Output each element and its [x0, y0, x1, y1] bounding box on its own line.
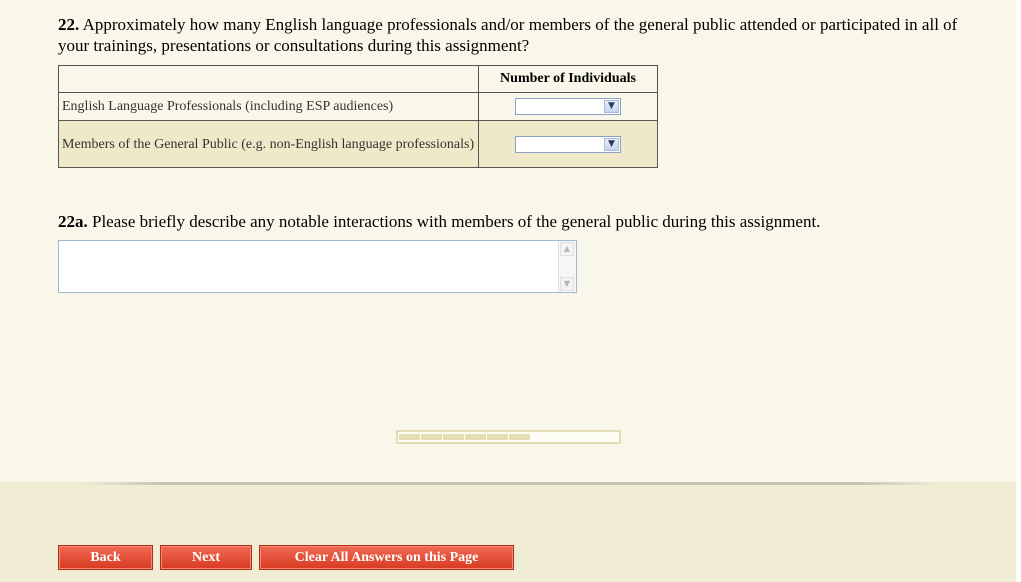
textarea-scrollbar[interactable]: ▲ ▼ [558, 241, 576, 292]
table-corner-cell [58, 65, 479, 93]
progress-segment [465, 434, 486, 440]
english-professionals-count-select[interactable]: ▼ [515, 98, 621, 115]
chevron-down-icon[interactable]: ▼ [604, 137, 619, 151]
next-button[interactable]: Next [160, 545, 252, 570]
column-header-number-of-individuals: Number of Individuals [478, 65, 658, 93]
question-22a: 22a. Please briefly describe any notable… [58, 211, 958, 232]
progress-segment [399, 434, 420, 440]
attendance-table: Number of Individuals English Language P… [58, 65, 658, 168]
progress-segment [443, 434, 464, 440]
table-row: Members of the General Public (e.g. non-… [58, 120, 658, 168]
chevron-down-icon[interactable]: ▼ [604, 100, 619, 113]
progress-segment [509, 434, 530, 440]
general-public-count-select[interactable]: ▼ [515, 135, 621, 153]
footer-divider [80, 482, 940, 485]
row-label-english-professionals: English Language Professionals (includin… [58, 92, 479, 121]
clear-answers-button[interactable]: Clear All Answers on this Page [259, 545, 514, 570]
question-22: 22. Approximately how many English langu… [58, 14, 978, 56]
question-22a-text: Please briefly describe any notable inte… [92, 212, 821, 231]
question-22-number: 22. [58, 15, 80, 34]
row-label-general-public: Members of the General Public (e.g. non-… [58, 120, 479, 168]
table-row: English Language Professionals (includin… [58, 92, 658, 121]
progress-segment [487, 434, 508, 440]
progress-segment [421, 434, 442, 440]
select-cell: ▼ [478, 120, 658, 168]
survey-progress-bar [396, 430, 621, 444]
back-button[interactable]: Back [58, 545, 153, 570]
notable-interactions-textarea[interactable]: ▲ ▼ [58, 240, 577, 293]
select-cell: ▼ [478, 92, 658, 121]
scroll-up-icon[interactable]: ▲ [560, 242, 574, 256]
question-22-text: Approximately how many English language … [58, 15, 958, 55]
question-22a-number: 22a. [58, 212, 88, 231]
window-edge [1016, 0, 1021, 582]
scroll-down-icon[interactable]: ▼ [560, 277, 574, 291]
